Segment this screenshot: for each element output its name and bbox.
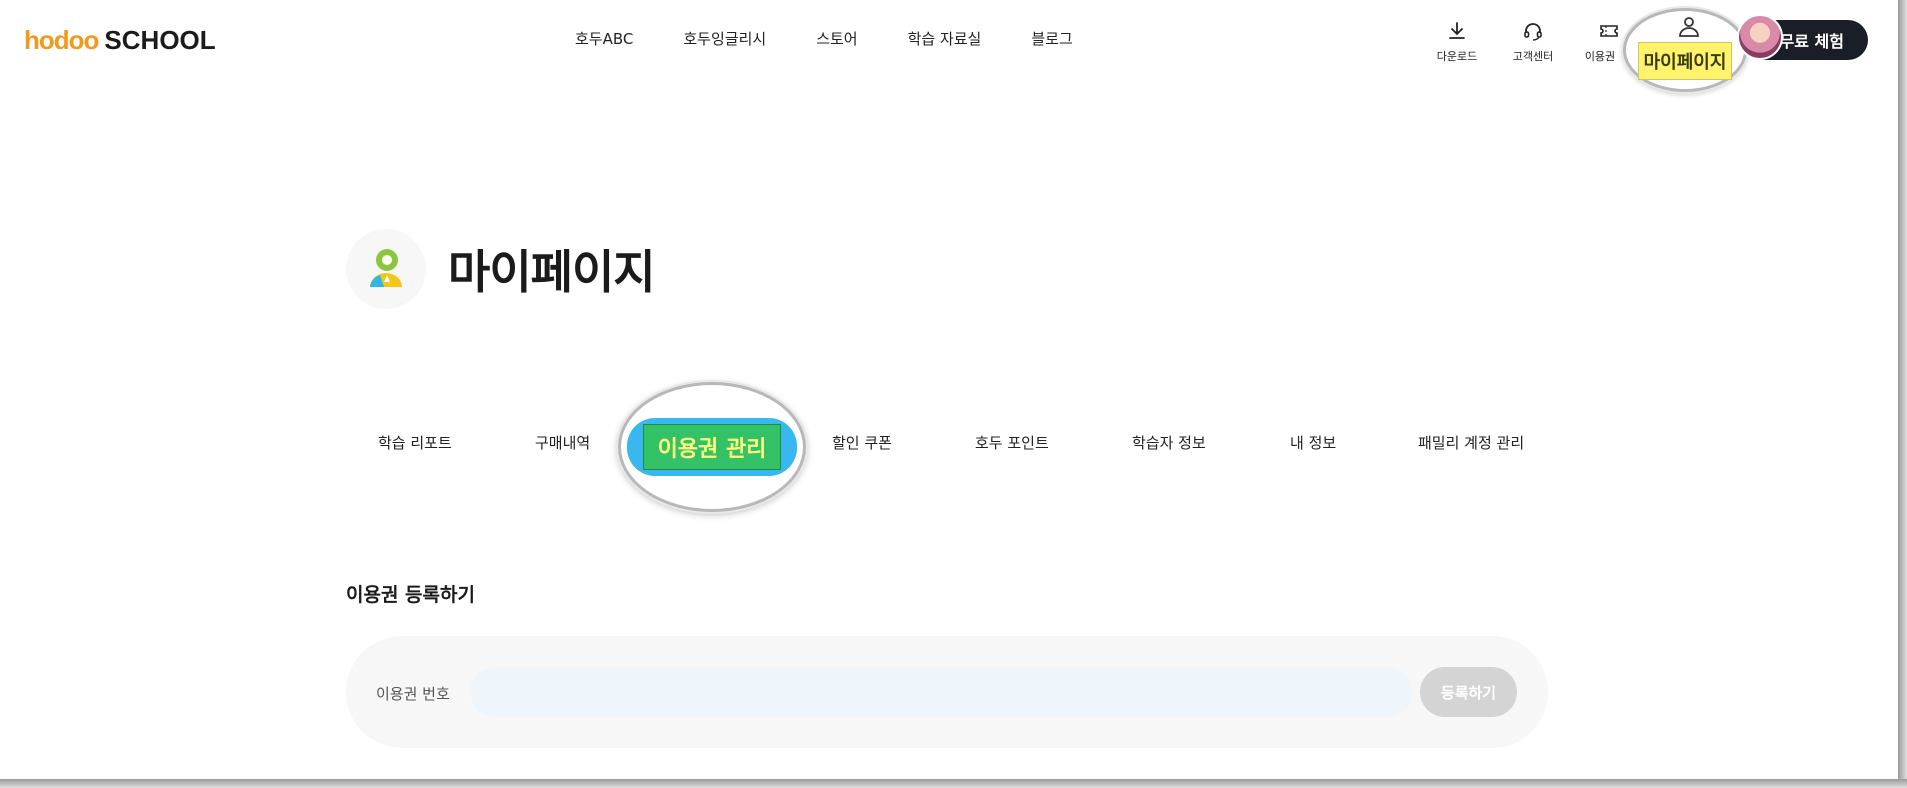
customer-center-label: 고객센터 xyxy=(1512,50,1554,63)
nav-item-hodoo-english[interactable]: 호두잉글리시 xyxy=(683,28,766,49)
headset-icon xyxy=(1520,18,1546,44)
site-header: hodoo SCHOOL 호두ABC 호두잉글리시 스토어 학습 자료실 블로그… xyxy=(0,0,1907,92)
download-icon xyxy=(1444,18,1470,44)
nav-item-store[interactable]: 스토어 xyxy=(816,28,857,49)
main-nav: 호두ABC 호두잉글리시 스토어 학습 자료실 블로그 xyxy=(575,28,1073,49)
mypage-link-highlight[interactable]: 마이페이지 xyxy=(1623,8,1747,92)
ticket-number-input[interactable] xyxy=(470,667,1412,717)
free-trial-label: 무료 체험 xyxy=(1779,32,1844,51)
tab-discount-coupon[interactable]: 할인 쿠폰 xyxy=(832,432,892,453)
tab-hodoo-point[interactable]: 호두 포인트 xyxy=(975,432,1049,453)
nav-item-resources[interactable]: 학습 자료실 xyxy=(908,28,982,49)
nav-item-blog[interactable]: 블로그 xyxy=(1031,28,1072,49)
ticket-icon xyxy=(1596,18,1622,44)
tab-ticket-management-highlight[interactable]: 이용권 관리 xyxy=(618,382,806,512)
page-header: 마이페이지 xyxy=(346,229,656,309)
mypage-tabs: 학습 리포트 구매내역 할인 쿠폰 호두 포인트 학습자 정보 내 정보 패밀리… xyxy=(0,432,1907,462)
tab-learning-report[interactable]: 학습 리포트 xyxy=(378,432,452,453)
tab-purchase-history[interactable]: 구매내역 xyxy=(535,432,590,453)
tab-learner-info[interactable]: 학습자 정보 xyxy=(1132,432,1206,453)
download-link[interactable]: 다운로드 xyxy=(1427,18,1487,64)
mypage-label: 마이페이지 xyxy=(1637,42,1733,80)
user-icon xyxy=(1676,16,1702,42)
tab-ticket-management[interactable]: 이용권 관리 xyxy=(627,418,797,476)
window-frame-bottom xyxy=(0,779,1907,788)
logo-school-text: SCHOOL xyxy=(104,24,216,55)
tab-ticket-management-label: 이용권 관리 xyxy=(642,424,782,470)
profile-icon xyxy=(346,229,426,309)
window-frame-right xyxy=(1898,0,1907,788)
logo-hodoo-text: hodoo xyxy=(24,24,99,55)
register-button[interactable]: 등록하기 xyxy=(1420,667,1517,717)
character-avatar xyxy=(1737,14,1783,60)
ticket-number-label: 이용권 번호 xyxy=(376,685,450,703)
tab-family-account[interactable]: 패밀리 계정 관리 xyxy=(1418,432,1524,453)
nav-item-hodoo-abc[interactable]: 호두ABC xyxy=(575,28,633,49)
tab-my-info[interactable]: 내 정보 xyxy=(1290,432,1336,453)
ticket-label: 이용권 xyxy=(1584,50,1616,63)
customer-center-link[interactable]: 고객센터 xyxy=(1503,18,1563,64)
page-title: 마이페이지 xyxy=(448,245,656,299)
download-label: 다운로드 xyxy=(1436,50,1478,63)
site-logo[interactable]: hodoo SCHOOL xyxy=(24,24,216,56)
register-section-title: 이용권 등록하기 xyxy=(346,584,475,606)
